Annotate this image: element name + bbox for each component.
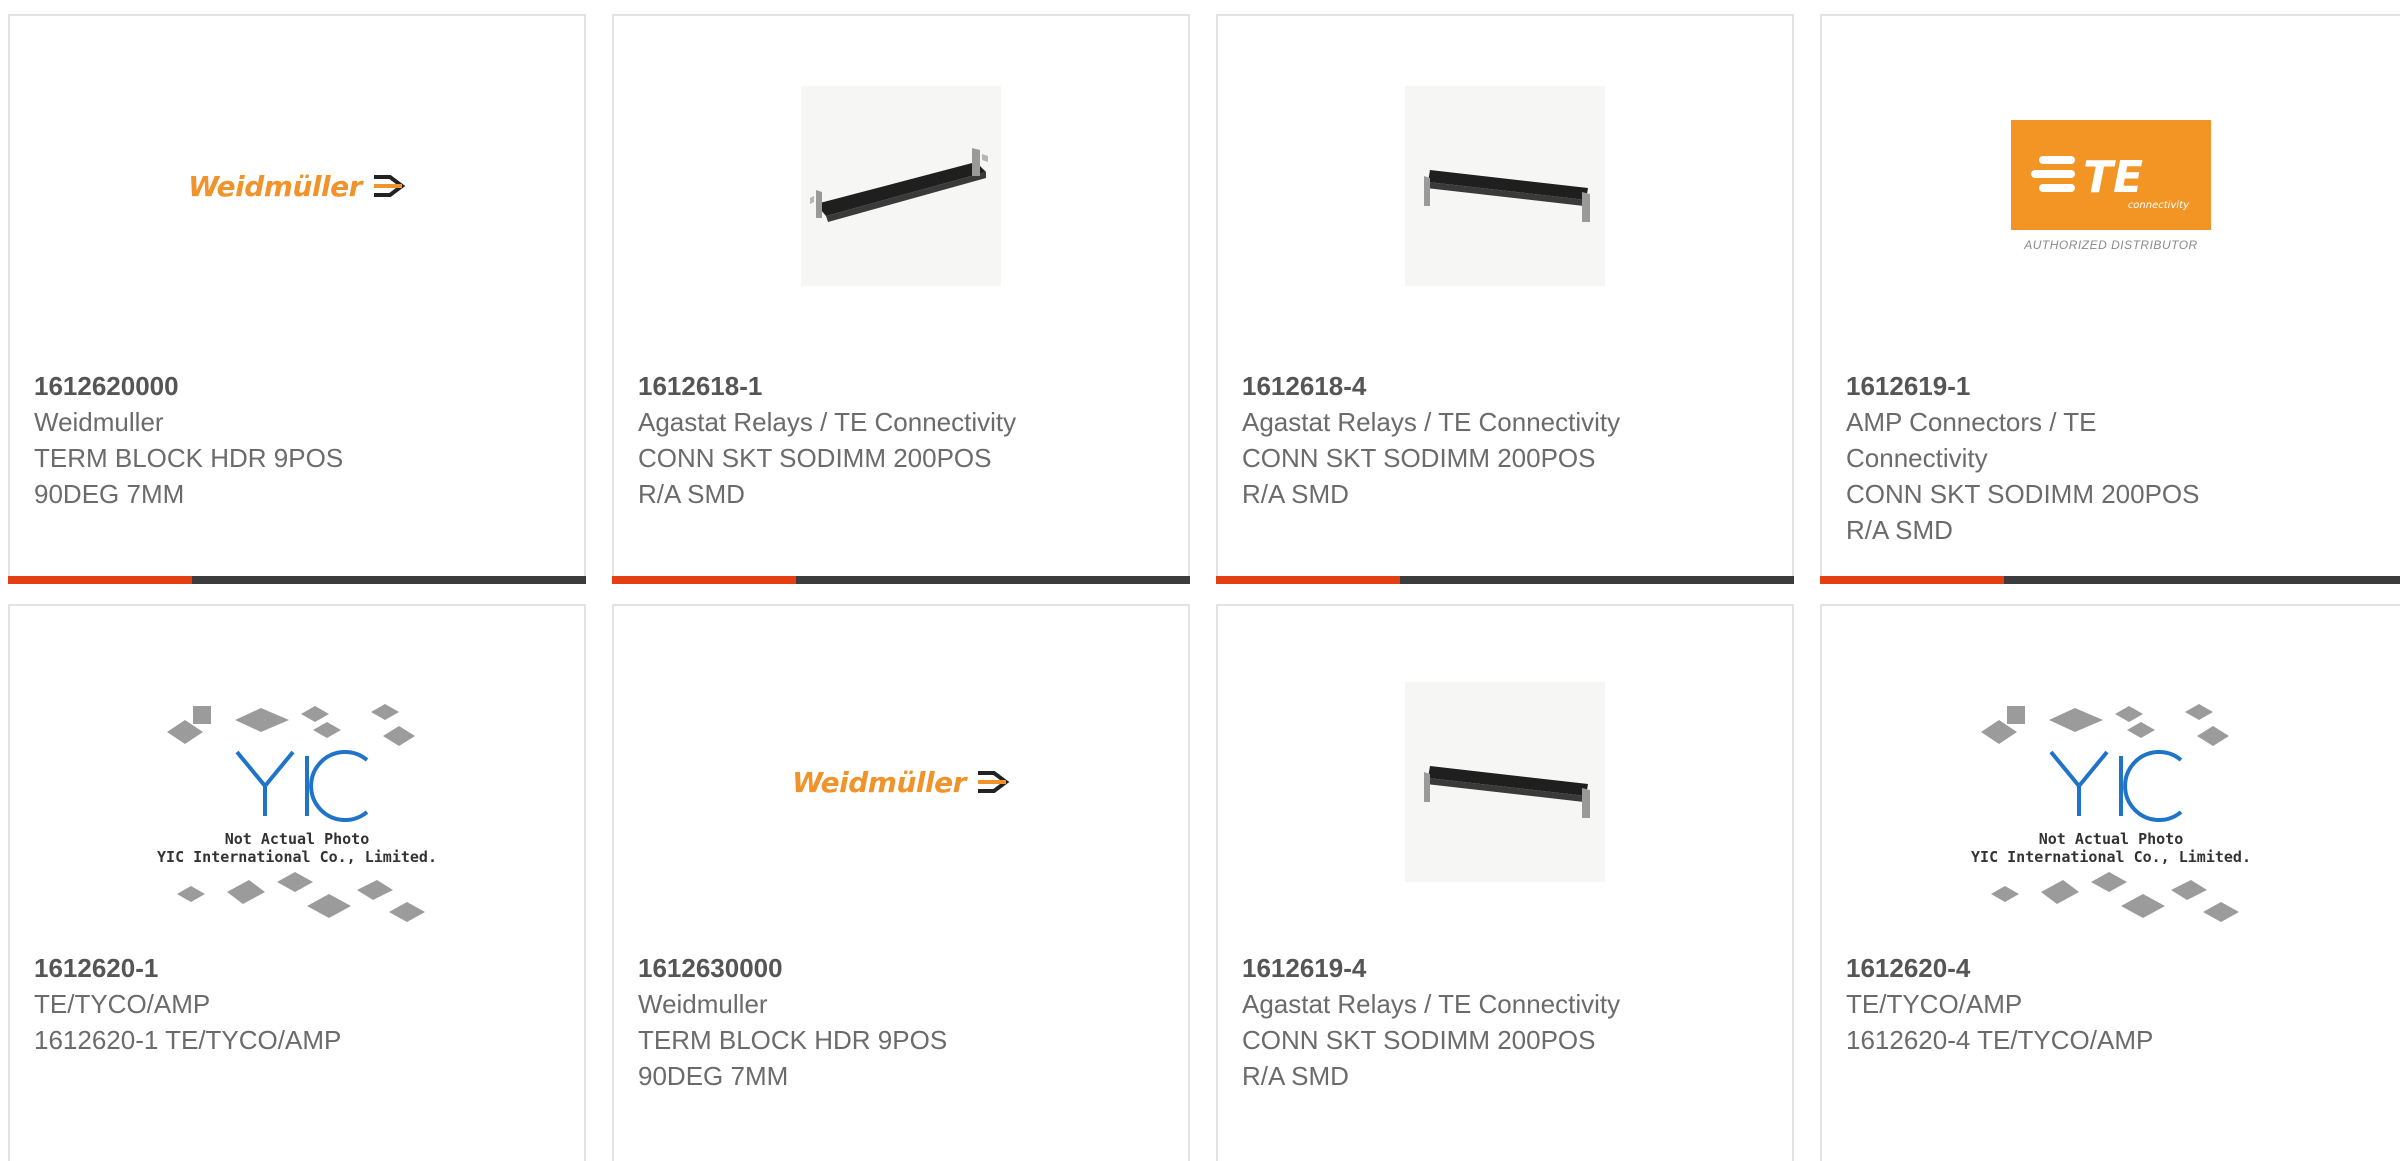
card-accent [612, 576, 796, 584]
placeholder-line: YIC International Co., Limited. [1971, 848, 2251, 866]
part-number[interactable]: 1612630000 [638, 950, 1168, 986]
product-card[interactable]: 1612618-4 Agastat Relays / TE Connectivi… [1216, 14, 1794, 584]
logo-text: Weidmüller [792, 765, 966, 799]
product-card[interactable]: 1612618-1 Agastat Relays / TE Connectivi… [612, 14, 1190, 584]
product-card[interactable]: Not Actual Photo YIC International Co., … [8, 604, 586, 1161]
description-line: R/A SMD [1242, 479, 1349, 509]
chip-collage-icon [167, 704, 425, 922]
description-line: CONN SKT SODIMM 200POS [638, 443, 992, 473]
card-accent [8, 576, 192, 584]
product-card[interactable]: 1612619-4 Agastat Relays / TE Connectivi… [1216, 604, 1794, 1161]
connector-photo [801, 86, 1001, 286]
product-image[interactable]: Weidmüller [10, 76, 584, 296]
product-info: 1612618-4 Agastat Relays / TE Connectivi… [1242, 368, 1772, 512]
product-image[interactable]: Not Actual Photo YIC International Co., … [10, 696, 584, 936]
te-logo-subtext: connectivity [2128, 200, 2190, 211]
connector-photo [1405, 86, 1605, 286]
product-image[interactable]: Weidmüller [614, 672, 1188, 892]
part-number[interactable]: 1612620-4 [1846, 950, 2380, 986]
product-card[interactable]: Weidmüller 1612630000 Weidmuller TERM BL… [612, 604, 1190, 1161]
te-symbol-icon: TE connectivity [2031, 152, 2190, 211]
product-card[interactable]: Weidmüller 1612620000 Weidmuller TERM BL… [8, 14, 586, 584]
manufacturer-line: AMP Connectors / TE [1846, 407, 2097, 437]
card-accent [1820, 576, 2004, 584]
card-bottom-bar [1820, 576, 2400, 584]
description-line: TERM BLOCK HDR 9POS [34, 443, 344, 473]
description-line: R/A SMD [1846, 515, 1953, 545]
weidmuller-symbol-icon [977, 771, 1010, 793]
card-accent [1216, 576, 1400, 584]
manufacturer: Weidmuller [638, 989, 768, 1019]
weidmuller-logo: Weidmüller [188, 170, 406, 203]
part-number[interactable]: 1612619-4 [1242, 950, 1772, 986]
product-image[interactable]: TE connectivity AUTHORIZED DISTRIBUTOR [1822, 76, 2400, 296]
manufacturer: Agastat Relays / TE Connectivity [1242, 407, 1621, 437]
manufacturer: Weidmuller [34, 407, 164, 437]
yic-placeholder-image: Not Actual Photo YIC International Co., … [157, 696, 437, 936]
product-info: 1612618-1 Agastat Relays / TE Connectivi… [638, 368, 1168, 512]
description-line: TERM BLOCK HDR 9POS [638, 1025, 948, 1055]
part-number[interactable]: 1612619-1 [1846, 368, 2380, 404]
description-line: CONN SKT SODIMM 200POS [1242, 443, 1596, 473]
logo-text: Weidmüller [188, 169, 362, 203]
product-image[interactable]: Not Actual Photo YIC International Co., … [1822, 696, 2400, 936]
product-info: 1612619-4 Agastat Relays / TE Connectivi… [1242, 950, 1772, 1094]
authorized-distributor-caption: AUTHORIZED DISTRIBUTOR [2024, 238, 2198, 252]
description-line: R/A SMD [1242, 1061, 1349, 1091]
product-image[interactable] [614, 76, 1188, 296]
manufacturer: TE/TYCO/AMP [34, 989, 211, 1019]
part-number[interactable]: 1612618-4 [1242, 368, 1772, 404]
sodimm-connector-icon [1424, 766, 1590, 818]
product-grid: Weidmüller 1612620000 Weidmuller TERM BL… [0, 0, 2400, 1161]
product-image[interactable] [1218, 672, 1792, 892]
description-line: 90DEG 7MM [34, 479, 185, 509]
description-line: CONN SKT SODIMM 200POS [1242, 1025, 1596, 1055]
weidmuller-symbol-icon [373, 175, 406, 197]
part-number[interactable]: 1612618-1 [638, 368, 1168, 404]
product-info: 1612630000 Weidmuller TERM BLOCK HDR 9PO… [638, 950, 1168, 1094]
product-card[interactable]: Not Actual Photo YIC International Co., … [1820, 604, 2400, 1161]
placeholder-line: YIC International Co., Limited. [157, 848, 437, 866]
card-bottom-bar [8, 576, 586, 584]
card-bottom-bar [612, 576, 1190, 584]
part-number[interactable]: 1612620-1 [34, 950, 564, 986]
manufacturer: Agastat Relays / TE Connectivity [638, 407, 1017, 437]
chip-collage-icon [1981, 704, 2239, 922]
product-info: 1612620-4 TE/TYCO/AMP 1612620-4 TE/TYCO/… [1846, 950, 2380, 1058]
manufacturer: TE/TYCO/AMP [1846, 989, 2023, 1019]
description-line: 90DEG 7MM [638, 1061, 789, 1091]
description-line: CONN SKT SODIMM 200POS [1846, 479, 2200, 509]
card-bottom-bar [1216, 576, 1794, 584]
placeholder-line: Not Actual Photo [224, 830, 370, 848]
weidmuller-logo: Weidmüller [792, 766, 1010, 799]
connector-photo [1405, 682, 1605, 882]
description-line: R/A SMD [638, 479, 745, 509]
part-number[interactable]: 1612620000 [34, 368, 564, 404]
manufacturer: Agastat Relays / TE Connectivity [1242, 989, 1621, 1019]
sodimm-connector-icon [810, 148, 988, 222]
manufacturer-line: Connectivity [1846, 443, 1988, 473]
te-logo-text: TE [2083, 152, 2143, 203]
product-image[interactable] [1218, 76, 1792, 296]
placeholder-caption: Not Actual Photo YIC International Co., … [157, 830, 437, 866]
placeholder-caption: Not Actual Photo YIC International Co., … [1971, 830, 2251, 866]
te-logo-box: TE connectivity [2011, 120, 2211, 230]
description-line: 1612620-1 TE/TYCO/AMP [34, 1025, 342, 1055]
product-info: 1612619-1 AMP Connectors / TE Connectivi… [1846, 368, 2380, 548]
te-logo: TE connectivity AUTHORIZED DISTRIBUTOR [2011, 120, 2211, 252]
description-line: 1612620-4 TE/TYCO/AMP [1846, 1025, 2154, 1055]
placeholder-line: Not Actual Photo [2038, 830, 2184, 848]
product-card[interactable]: TE connectivity AUTHORIZED DISTRIBUTOR 1… [1820, 14, 2400, 584]
sodimm-connector-icon [1424, 170, 1590, 222]
yic-placeholder-image: Not Actual Photo YIC International Co., … [1971, 696, 2251, 936]
product-info: 1612620-1 TE/TYCO/AMP 1612620-1 TE/TYCO/… [34, 950, 564, 1058]
product-info: 1612620000 Weidmuller TERM BLOCK HDR 9PO… [34, 368, 564, 512]
